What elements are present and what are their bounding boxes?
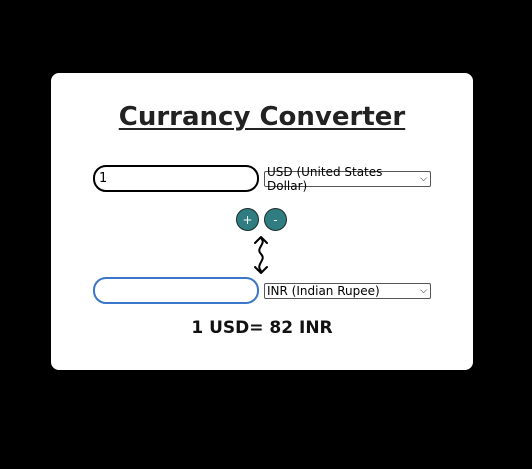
to-amount-input[interactable] [93,277,259,304]
chevron-down-icon: ⌵ [420,286,427,296]
increment-button[interactable]: + [236,208,259,231]
page-title: Currancy Converter [118,102,406,132]
to-currency-value: INR (Indian Rupee) [267,284,380,298]
swap-arrows-icon[interactable] [251,235,271,275]
from-currency-select[interactable]: USD (United States Dollar) ⌵ [264,165,431,193]
to-currency-select[interactable]: INR (Indian Rupee) ⌵ [264,283,431,299]
chevron-down-icon: ⌵ [420,174,427,184]
decrement-button[interactable]: - [264,208,287,231]
converter-card: Currancy Converter USD (United States Do… [51,73,473,370]
from-amount-input[interactable] [93,165,259,192]
from-currency-value: USD (United States Dollar) [267,165,383,193]
conversion-result: 1 USD= 82 INR [191,318,333,338]
